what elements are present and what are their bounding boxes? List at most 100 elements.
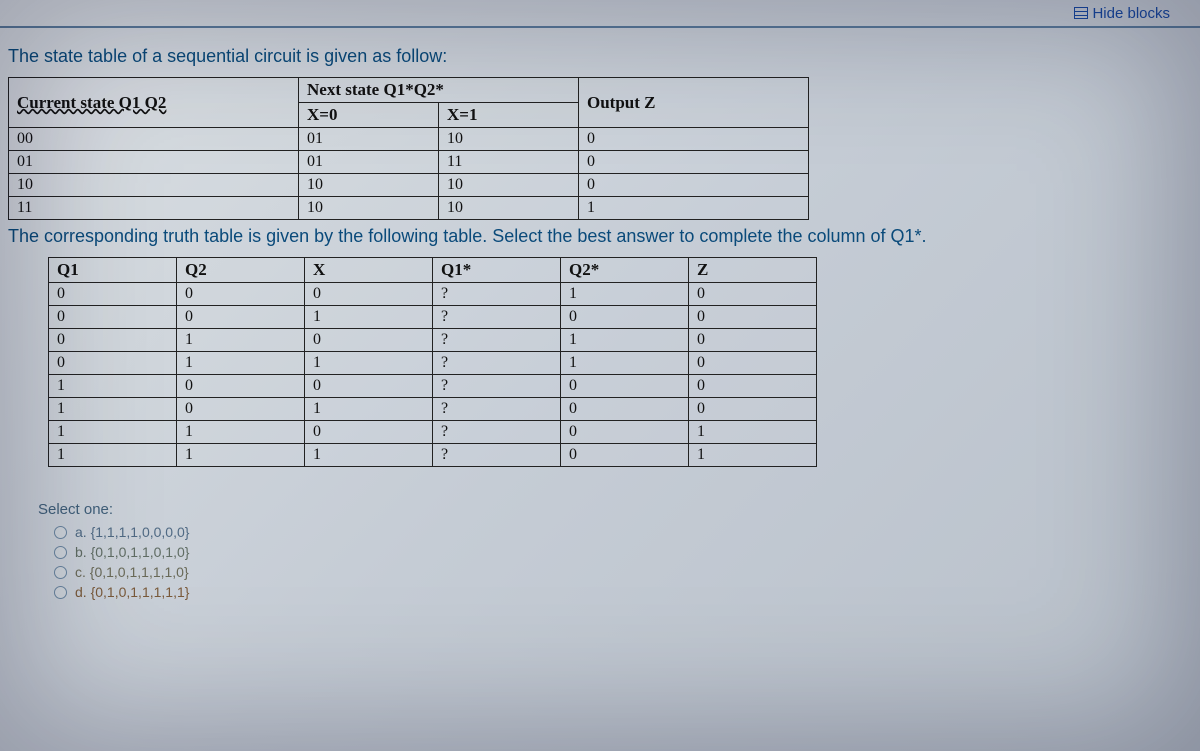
truth-header-z: Z xyxy=(689,258,817,283)
select-one-title: Select one: xyxy=(38,501,1192,518)
truth-header-q2: Q2 xyxy=(177,258,305,283)
truth-cell: 0 xyxy=(49,329,177,352)
state-table-cell: 00 xyxy=(9,128,299,151)
state-table-cell: 01 xyxy=(9,151,299,174)
truth-cell: 1 xyxy=(689,421,817,444)
state-table-row: 01 01 11 0 xyxy=(9,151,809,174)
intro-line-1: The state table of a sequential circuit … xyxy=(8,46,1192,67)
truth-table-row: 0 1 1 ? 1 0 xyxy=(49,352,817,375)
option-d-label: d. {0,1,0,1,1,1,1,1} xyxy=(75,584,189,600)
intro-line-2: The corresponding truth table is given b… xyxy=(8,226,1192,247)
truth-cell: ? xyxy=(433,352,561,375)
state-table-cell: 10 xyxy=(439,174,579,197)
truth-cell: 0 xyxy=(689,329,817,352)
truth-table-row: 1 0 1 ? 0 0 xyxy=(49,398,817,421)
radio-icon xyxy=(54,566,67,579)
truth-cell: 1 xyxy=(561,329,689,352)
page-root: Hide blocks The state table of a sequent… xyxy=(0,0,1200,751)
truth-table-row: 1 1 1 ? 0 1 xyxy=(49,444,817,467)
option-c-label: c. {0,1,0,1,1,1,1,0} xyxy=(75,564,189,580)
state-table-cell: 11 xyxy=(439,151,579,174)
truth-cell: 1 xyxy=(49,444,177,467)
truth-cell: 1 xyxy=(561,283,689,306)
truth-table-row: 0 0 1 ? 0 0 xyxy=(49,306,817,329)
truth-cell: 1 xyxy=(177,352,305,375)
truth-cell: 1 xyxy=(177,444,305,467)
truth-cell: 1 xyxy=(689,444,817,467)
truth-cell: 0 xyxy=(561,398,689,421)
truth-cell: 0 xyxy=(177,375,305,398)
truth-cell: ? xyxy=(433,283,561,306)
option-c[interactable]: c. {0,1,0,1,1,1,1,0} xyxy=(54,564,1192,580)
state-table-row: 00 01 10 0 xyxy=(9,128,809,151)
truth-cell: ? xyxy=(433,329,561,352)
hide-blocks-label: Hide blocks xyxy=(1092,5,1170,22)
truth-cell: ? xyxy=(433,306,561,329)
state-table-cell: 1 xyxy=(579,197,809,220)
truth-cell: 0 xyxy=(305,329,433,352)
truth-table-row: 1 1 0 ? 0 1 xyxy=(49,421,817,444)
radio-icon xyxy=(54,546,67,559)
truth-cell: 0 xyxy=(49,283,177,306)
radio-icon xyxy=(54,586,67,599)
truth-cell: 0 xyxy=(689,283,817,306)
truth-cell: 0 xyxy=(561,421,689,444)
truth-header-q1star: Q1* xyxy=(433,258,561,283)
state-table-cell: 11 xyxy=(9,197,299,220)
truth-cell: 1 xyxy=(49,375,177,398)
truth-cell: ? xyxy=(433,421,561,444)
state-table-cell: 10 xyxy=(439,128,579,151)
hide-blocks-toggle[interactable]: Hide blocks xyxy=(1074,5,1170,22)
state-table-cell: 0 xyxy=(579,151,809,174)
truth-cell: 1 xyxy=(49,421,177,444)
truth-cell: 0 xyxy=(305,375,433,398)
truth-cell: ? xyxy=(433,398,561,421)
topbar: Hide blocks xyxy=(0,0,1200,28)
truth-table: Q1 Q2 X Q1* Q2* Z 0 0 0 ? 1 0 0 0 1 ? 0 xyxy=(48,257,817,467)
state-table-header-current: Current state Q1 Q2 xyxy=(9,78,299,128)
truth-cell: 1 xyxy=(305,398,433,421)
truth-cell: 1 xyxy=(561,352,689,375)
truth-cell: 0 xyxy=(561,444,689,467)
truth-cell: 0 xyxy=(177,398,305,421)
state-table-cell: 0 xyxy=(579,174,809,197)
truth-cell: 0 xyxy=(561,306,689,329)
truth-cell: 0 xyxy=(177,283,305,306)
option-a[interactable]: a. {1,1,1,1,0,0,0,0} xyxy=(54,524,1192,540)
truth-cell: 0 xyxy=(689,306,817,329)
option-b-label: b. {0,1,0,1,1,0,1,0} xyxy=(75,544,189,560)
select-one-block: Select one: a. {1,1,1,1,0,0,0,0} b. {0,1… xyxy=(38,501,1192,600)
radio-icon xyxy=(54,526,67,539)
truth-table-row: 0 0 0 ? 1 0 xyxy=(49,283,817,306)
truth-cell: 0 xyxy=(689,375,817,398)
state-table: Current state Q1 Q2 Next state Q1*Q2* Ou… xyxy=(8,77,809,220)
state-table-cell: 01 xyxy=(299,151,439,174)
state-table-header-next: Next state Q1*Q2* xyxy=(299,78,579,103)
truth-table-row: 0 1 0 ? 1 0 xyxy=(49,329,817,352)
truth-cell: ? xyxy=(433,375,561,398)
state-table-cell: 01 xyxy=(299,128,439,151)
truth-cell: 1 xyxy=(49,398,177,421)
state-table-header-x0: X=0 xyxy=(299,103,439,128)
truth-header-x: X xyxy=(305,258,433,283)
blocks-icon xyxy=(1074,7,1088,19)
truth-cell: 0 xyxy=(689,398,817,421)
state-table-header-output: Output Z xyxy=(579,78,809,128)
option-b[interactable]: b. {0,1,0,1,1,0,1,0} xyxy=(54,544,1192,560)
state-table-row: 10 10 10 0 xyxy=(9,174,809,197)
question-content: The state table of a sequential circuit … xyxy=(0,28,1200,612)
state-table-row: 11 10 10 1 xyxy=(9,197,809,220)
truth-cell: 0 xyxy=(49,306,177,329)
truth-cell: 1 xyxy=(305,306,433,329)
truth-cell: 0 xyxy=(305,421,433,444)
state-table-cell: 10 xyxy=(9,174,299,197)
truth-cell: 0 xyxy=(561,375,689,398)
truth-cell: 1 xyxy=(305,352,433,375)
truth-cell: ? xyxy=(433,444,561,467)
state-table-cell: 10 xyxy=(299,197,439,220)
option-d[interactable]: d. {0,1,0,1,1,1,1,1} xyxy=(54,584,1192,600)
truth-cell: 0 xyxy=(305,283,433,306)
truth-cell: 0 xyxy=(177,306,305,329)
state-table-cell: 10 xyxy=(299,174,439,197)
state-table-cell: 10 xyxy=(439,197,579,220)
